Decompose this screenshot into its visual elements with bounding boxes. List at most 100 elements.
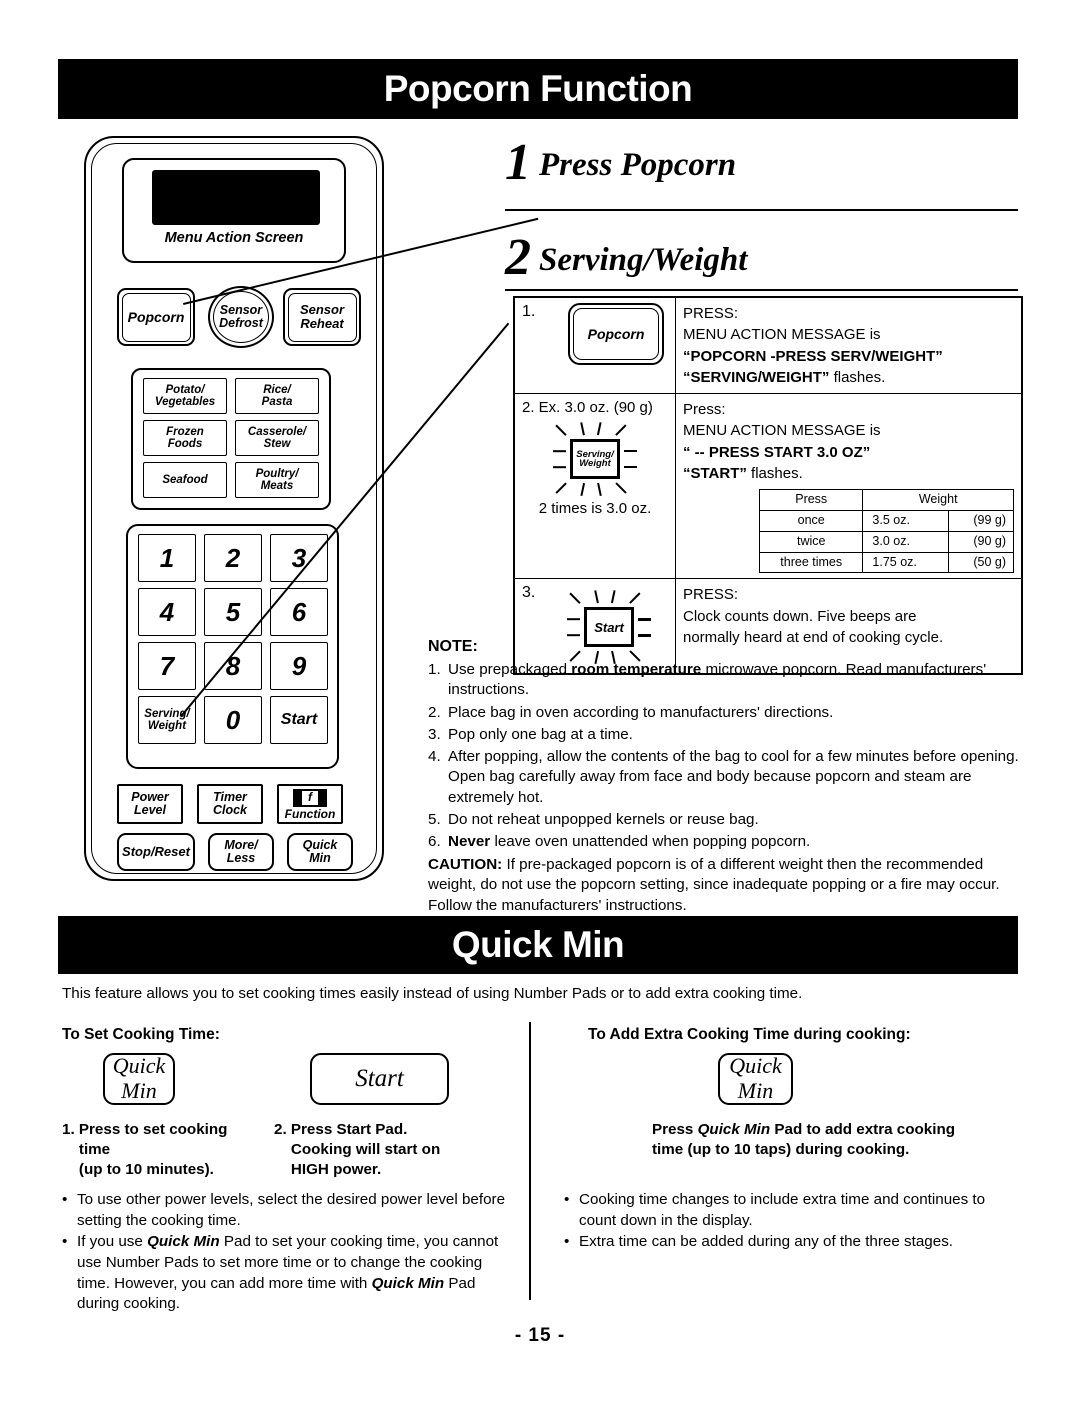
- glyph-center: f: [302, 788, 318, 807]
- menu-action-screen-box: Menu Action Screen: [122, 158, 346, 263]
- illustration-button-popcorn[interactable]: Popcorn: [568, 303, 664, 365]
- step-2-line-4: “START” flashes.: [683, 463, 1014, 484]
- flashing-serving-weight-illustration: Serving/ Weight: [536, 420, 654, 498]
- menu-button-grid: Potato/ Vegetables Rice/ Pasta Frozen Fo…: [131, 368, 331, 510]
- bullet-text: If you use Quick Min Pad to set your coo…: [77, 1233, 499, 1313]
- step-heading-1: 1 Press Popcorn: [505, 133, 736, 192]
- label-line-2: Clock: [212, 803, 248, 817]
- illustration-pad-start[interactable]: Start: [310, 1053, 449, 1105]
- step-heading-1-text: Press Popcorn: [539, 147, 737, 183]
- quick-min-left-heading: To Set Cooking Time:: [62, 1026, 220, 1043]
- step-heading-2-number: 2: [505, 229, 531, 286]
- note-item: 3. Pop only one bag at a time.: [428, 725, 1020, 745]
- bullet-dot-icon: •: [564, 1191, 570, 1208]
- menu-button-label: Casserole/ Stew: [248, 426, 306, 450]
- weight-row-grams: (99 g): [947, 510, 1015, 532]
- flash-ray: [624, 466, 637, 469]
- number-pad-0[interactable]: 0: [204, 696, 262, 744]
- speaker-sound-icon: f: [293, 788, 327, 807]
- panel-button-more-less[interactable]: More/ Less: [208, 833, 274, 871]
- panel-button-poultry-meats[interactable]: Poultry/ Meats: [235, 462, 319, 498]
- panel-button-start[interactable]: Start: [270, 696, 328, 744]
- weight-table-header-press: Press: [758, 489, 864, 512]
- step-3-line-1: PRESS:: [683, 586, 739, 604]
- label-line-1: Frozen: [166, 425, 204, 438]
- panel-button-seafood[interactable]: Seafood: [143, 462, 227, 498]
- note-block: NOTE: 1. Use prepackaged room temperature…: [428, 636, 1020, 916]
- glyph-symbol: f: [308, 790, 312, 805]
- step-2-caption: 2 times is 3.0 oz.: [538, 500, 652, 518]
- number-pad-9[interactable]: 9: [270, 642, 328, 690]
- weight-row-oz: 3.5 oz.: [862, 510, 949, 532]
- step-1-flash-label: “SERVING/WEIGHT”: [683, 368, 830, 386]
- caution-paragraph: CAUTION: If pre-packaged popcorn is of a…: [428, 855, 1020, 916]
- weight-table-header-row: Press Weight: [758, 489, 1014, 512]
- bullet-item: • Extra time can be added during any of t…: [564, 1232, 1004, 1253]
- panel-button-timer-clock[interactable]: Timer Clock: [197, 784, 263, 824]
- number-pad-4[interactable]: 4: [138, 588, 196, 636]
- number-pad-8[interactable]: 8: [204, 642, 262, 690]
- panel-button-popcorn[interactable]: Popcorn: [117, 288, 195, 346]
- bullet-item: • If you use Quick Min Pad to set your co…: [62, 1232, 512, 1315]
- illustration-pad-quick-min-left[interactable]: Quick Min: [103, 1053, 175, 1105]
- flash-ray: [553, 450, 566, 453]
- menu-button-label: Poultry/ Meats: [256, 468, 299, 492]
- note-item-text: Use prepackaged room temperature microwa…: [448, 661, 987, 699]
- step-2-menu-message: “ -- PRESS START 3.0 OZ”: [683, 443, 871, 461]
- step-heading-1-number: 1: [505, 134, 531, 191]
- illustration-button-serving-weight[interactable]: Serving/ Weight: [570, 439, 620, 480]
- panel-button-power-level[interactable]: Power Level: [117, 784, 183, 824]
- illustration-pad-quick-min-right[interactable]: Quick Min: [718, 1053, 793, 1105]
- panel-button-stop-reset[interactable]: Stop/Reset: [117, 833, 195, 871]
- note-item-text: Pop only one bag at a time.: [448, 725, 633, 743]
- label-line-2: Meats: [260, 480, 294, 492]
- number-pad-1[interactable]: 1: [138, 534, 196, 582]
- weight-row-press: three times: [758, 551, 864, 574]
- bullet-text: Extra time can be added during any of th…: [579, 1233, 954, 1251]
- weight-row-oz: 3.0 oz.: [862, 530, 949, 553]
- label-line-1: More/: [224, 838, 258, 852]
- pad-label-start: Start: [355, 1065, 404, 1092]
- panel-button-function[interactable]: f Function: [277, 784, 343, 824]
- step-1-right-cell: PRESS: MENU ACTION MESSAGE is “POPCORN -…: [675, 296, 1023, 395]
- panel-button-rice-pasta[interactable]: Rice/ Pasta: [235, 378, 319, 414]
- panel-button-sensor-reheat[interactable]: Sensor Reheat: [283, 288, 361, 346]
- number-pad-label: 4: [159, 596, 175, 627]
- step-heading-2-text: Serving/Weight: [539, 242, 748, 278]
- label-line-2: Less: [226, 851, 256, 865]
- bullet-dot-icon: •: [62, 1191, 68, 1208]
- flash-ray: [567, 618, 580, 621]
- note-item-number: 3.: [428, 725, 441, 743]
- note-item-number: 6.: [428, 833, 441, 851]
- page-number: - 15 -: [514, 1325, 566, 1346]
- heading-rule-2: [505, 289, 1018, 291]
- label-line-1: Poultry/: [255, 467, 299, 480]
- step-2-line-1: Press:: [683, 401, 726, 419]
- bullet-text: Cooking time changes to include extra ti…: [579, 1191, 986, 1229]
- number-pad-6[interactable]: 6: [270, 588, 328, 636]
- quick-min-right-heading: To Add Extra Cooking Time during cooking…: [588, 1026, 911, 1043]
- flash-ray: [596, 422, 602, 436]
- note-item: 6. Never leave oven unattended when poppi…: [428, 832, 1020, 852]
- panel-button-casserole-stew[interactable]: Casserole/ Stew: [235, 420, 319, 456]
- bullet-item: • Cooking time changes to include extra t…: [564, 1190, 1004, 1231]
- panel-button-quick-min[interactable]: Quick Min: [287, 833, 353, 871]
- panel-button-potato-vegetables[interactable]: Potato/ Vegetables: [143, 378, 227, 414]
- flash-ray: [555, 424, 567, 437]
- label-line-2: Min: [309, 851, 331, 865]
- step-1-flash-rest: flashes.: [829, 368, 886, 386]
- step-1-line-1: PRESS:: [683, 305, 739, 322]
- number-pad-7[interactable]: 7: [138, 642, 196, 690]
- number-pad-label: 1: [159, 542, 175, 573]
- flash-ray: [629, 592, 641, 605]
- flash-ray: [615, 424, 627, 437]
- step-1-line-2: MENU ACTION MESSAGE is: [683, 326, 881, 344]
- panel-button-frozen-foods[interactable]: Frozen Foods: [143, 420, 227, 456]
- flash-ray: [555, 482, 567, 494]
- note-heading: NOTE:: [428, 638, 478, 655]
- number-pad-2[interactable]: 2: [204, 534, 262, 582]
- table-row-step-2: 2. Ex. 3.0 oz. (90 g) Serving/ Weight 2 …: [513, 393, 1023, 580]
- step-2-number-example: 2. Ex. 3.0 oz. (90 g): [522, 399, 653, 417]
- panel-button-serving-weight[interactable]: Serving/ Weight: [138, 696, 196, 744]
- label-line-2: Foods: [167, 438, 203, 450]
